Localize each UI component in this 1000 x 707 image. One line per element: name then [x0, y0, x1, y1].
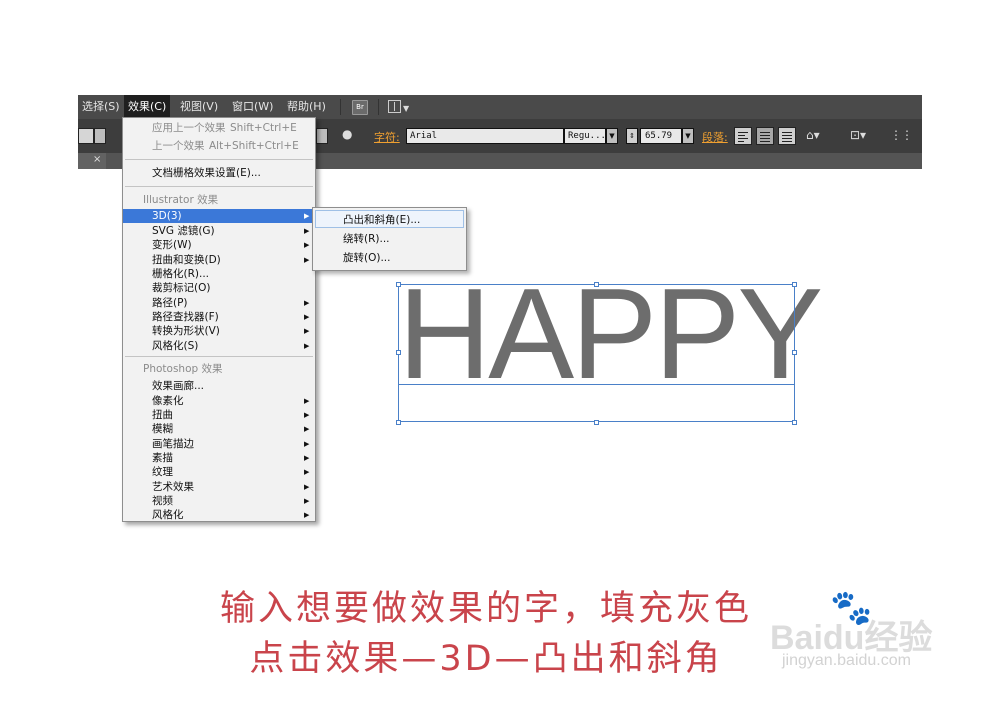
- baidu-jingyan-watermark: 🐾 Baidu经验 jingyan.baidu.com: [770, 588, 970, 688]
- menu-effects[interactable]: 效果(C): [124, 95, 171, 119]
- menu-item-distort-transform[interactable]: 扭曲和变换(D) ▶: [123, 253, 315, 267]
- section-header-illustrator: Illustrator 效果: [143, 194, 219, 206]
- submenu-arrow-icon: ▶: [304, 511, 310, 519]
- bridge-button[interactable]: Br: [352, 100, 368, 115]
- menu-select[interactable]: 选择(S): [78, 95, 124, 119]
- submenu-arrow-icon: ▶: [304, 483, 310, 491]
- handle-bottom-left[interactable]: [396, 420, 401, 425]
- submenu-arrow-icon: ▶: [304, 299, 310, 307]
- menu-item-last-effect[interactable]: 上一个效果 Alt+Shift+Ctrl+E: [123, 139, 315, 153]
- arrange-grid-icon: [388, 100, 401, 113]
- menu-window[interactable]: 窗口(W): [228, 95, 277, 119]
- submenu-arrow-icon: ▶: [304, 241, 310, 249]
- menu-item-blur[interactable]: 模糊 ▶: [123, 422, 315, 436]
- menu-item-video[interactable]: 视频 ▶: [123, 494, 315, 508]
- handle-bottom-center[interactable]: [594, 420, 599, 425]
- menu-view[interactable]: 视图(V): [176, 95, 222, 119]
- menu-item-crop-marks[interactable]: 裁剪标记(O): [123, 281, 315, 295]
- align-objects-icon[interactable]: ⋮⋮: [890, 128, 913, 142]
- align-right-button[interactable]: [778, 127, 796, 145]
- menu-item-distort[interactable]: 扭曲 ▶: [123, 408, 315, 422]
- menu-item-rasterize[interactable]: 栅格化(R)...: [123, 267, 315, 281]
- submenu-arrow-icon: ▶: [304, 342, 310, 350]
- arrange-documents-button[interactable]: ▼: [388, 100, 410, 114]
- menu-item-pathfinder[interactable]: 路径查找器(F) ▶: [123, 310, 315, 324]
- handle-top-right[interactable]: [792, 282, 797, 287]
- submenu-arrow-icon: ▶: [304, 440, 310, 448]
- menu-item-rotate[interactable]: 旋转(O)...: [315, 249, 464, 267]
- menu-item-stylize-photoshop[interactable]: 风格化 ▶: [123, 508, 315, 522]
- menu-item-apply-last-effect[interactable]: 应用上一个效果 Shift+Ctrl+E: [123, 121, 315, 135]
- submenu-arrow-icon: ▶: [304, 327, 310, 335]
- font-family-field[interactable]: Arial: [406, 128, 564, 144]
- character-label[interactable]: 字符:: [374, 129, 400, 145]
- font-style-dropdown[interactable]: ▼: [606, 128, 618, 144]
- handle-middle-right[interactable]: [792, 350, 797, 355]
- submenu-arrow-icon: ▶: [304, 497, 310, 505]
- menu-separator: [125, 159, 313, 160]
- menu-item-stylize-illustrator[interactable]: 风格化(S) ▶: [123, 339, 315, 353]
- handle-middle-left[interactable]: [396, 350, 401, 355]
- stroke-dropdown[interactable]: [94, 128, 106, 144]
- menu-separator: [125, 186, 313, 187]
- selection-bounding-box: [398, 284, 795, 422]
- handle-top-left[interactable]: [396, 282, 401, 287]
- warp-text-icon[interactable]: ⌂▾: [806, 128, 820, 142]
- menu-item-svg-filters[interactable]: SVG 滤镜(G) ▶: [123, 224, 315, 238]
- document-tab[interactable]: ×: [78, 153, 106, 169]
- menu-item-pixelate[interactable]: 像素化 ▶: [123, 394, 315, 408]
- submenu-arrow-icon: ▶: [304, 397, 310, 405]
- menu-item-revolve[interactable]: 绕转(R)...: [315, 230, 464, 248]
- menubar-divider: [378, 99, 379, 115]
- menu-item-effect-gallery[interactable]: 效果画廊...: [123, 379, 315, 393]
- font-size-stepper[interactable]: ⇕: [626, 128, 638, 144]
- menu-separator: [125, 356, 313, 357]
- recolor-icon[interactable]: ●: [342, 127, 352, 141]
- menu-help[interactable]: 帮助(H): [283, 95, 330, 119]
- handle-top-center[interactable]: [594, 282, 599, 287]
- submenu-arrow-icon: ▶: [304, 468, 310, 476]
- submenu-arrow-icon: ▶: [304, 425, 310, 433]
- close-tab-icon[interactable]: ×: [93, 154, 101, 165]
- submenu-3d: 凸出和斜角(E)... 绕转(R)... 旋转(O)...: [312, 207, 467, 271]
- menu-bar: 选择(S) 效果(C) 视图(V) 窗口(W) 帮助(H) Br ▼: [78, 95, 922, 119]
- menu-item-path[interactable]: 路径(P) ▶: [123, 296, 315, 310]
- menubar-divider: [340, 99, 341, 115]
- menu-item-artistic[interactable]: 艺术效果 ▶: [123, 480, 315, 494]
- watermark-site: jingyan.baidu.com: [782, 652, 911, 669]
- menu-item-texture[interactable]: 纹理 ▶: [123, 465, 315, 479]
- align-left-button[interactable]: [734, 127, 752, 145]
- paragraph-label[interactable]: 段落:: [702, 129, 728, 145]
- menu-item-3d[interactable]: 3D(3) ▶: [123, 209, 315, 223]
- transform-icon[interactable]: ⊡▾: [850, 128, 866, 142]
- font-size-field[interactable]: 65.79: [640, 128, 682, 144]
- effects-menu: 应用上一个效果 Shift+Ctrl+E 上一个效果 Alt+Shift+Ctrl+…: [122, 117, 316, 522]
- submenu-arrow-icon: ▶: [304, 411, 310, 419]
- menu-item-sketch[interactable]: 素描 ▶: [123, 451, 315, 465]
- submenu-arrow-icon: ▶: [304, 313, 310, 321]
- submenu-arrow-icon: ▶: [304, 454, 310, 462]
- submenu-arrow-icon: ▶: [304, 212, 310, 220]
- menu-item-extrude-bevel[interactable]: 凸出和斜角(E)...: [315, 210, 464, 228]
- submenu-arrow-icon: ▶: [304, 256, 310, 264]
- menu-item-document-raster-settings[interactable]: 文档栅格效果设置(E)...: [123, 166, 315, 180]
- opacity-dropdown[interactable]: [316, 128, 328, 144]
- align-center-button[interactable]: [756, 127, 774, 145]
- menu-item-warp[interactable]: 变形(W) ▶: [123, 238, 315, 252]
- stroke-weight-field[interactable]: [78, 128, 94, 144]
- section-header-photoshop: Photoshop 效果: [143, 363, 223, 375]
- handle-bottom-right[interactable]: [792, 420, 797, 425]
- menu-item-convert-to-shape[interactable]: 转换为形状(V) ▶: [123, 324, 315, 338]
- font-size-dropdown[interactable]: ▼: [682, 128, 694, 144]
- menu-item-brush-strokes[interactable]: 画笔描边 ▶: [123, 437, 315, 451]
- submenu-arrow-icon: ▶: [304, 227, 310, 235]
- chevron-down-icon: ▼: [403, 104, 410, 113]
- font-style-field[interactable]: Regu...: [564, 128, 606, 144]
